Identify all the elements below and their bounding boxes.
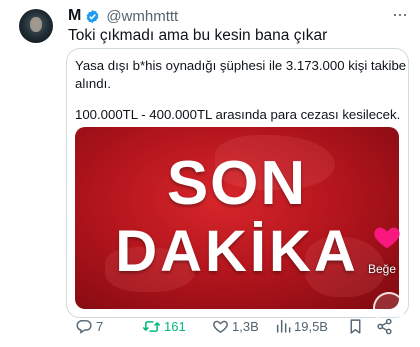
share-icon (376, 318, 393, 335)
image-text-dakika: DAKİKA (115, 219, 359, 284)
more-dots-icon[interactable]: ··· (392, 4, 408, 25)
quote-text-line-2: alındı. (75, 76, 111, 91)
breaking-news-image[interactable]: SON DAKİKA (75, 127, 399, 309)
avatar[interactable] (19, 9, 53, 43)
verified-badge-icon (85, 9, 100, 24)
quote-text-line-3: 100.000TL - 400.000TL arasında para ceza… (75, 107, 401, 122)
views-icon (275, 318, 291, 334)
views-button[interactable]: 19,5B (275, 318, 328, 334)
avatar-face (30, 17, 42, 32)
tweet-text: Toki çıkmadı ama bu kesin bana çıkar (68, 27, 328, 44)
view-count: 19,5B (294, 318, 328, 334)
reply-icon (76, 318, 93, 335)
tweet-header: M @wmhmttt (68, 7, 178, 25)
bookmark-icon (348, 318, 363, 335)
author-name[interactable]: M (68, 7, 81, 25)
action-bar: 7 161 1,3B 19,5B (0, 318, 420, 340)
retweet-button[interactable]: 161 (142, 318, 186, 335)
bookmark-button[interactable] (348, 318, 363, 335)
author-handle[interactable]: @wmhmttt (106, 8, 178, 25)
overlay-heart-icon[interactable] (372, 222, 402, 252)
reply-button[interactable]: 7 (76, 318, 103, 335)
like-count: 1,3B (232, 319, 259, 334)
heart-icon (212, 318, 229, 335)
quote-text-line-1: Yasa dışı b*his oynadığı şüphesi ile 3.1… (75, 58, 407, 73)
retweet-count: 161 (164, 319, 186, 334)
quoted-post-card[interactable]: Yasa dışı b*his oynadığı şüphesi ile 3.1… (66, 48, 409, 318)
image-text-son: SON (166, 149, 308, 218)
overlay-like-label: Beğe (368, 262, 397, 276)
like-button[interactable]: 1,3B (212, 318, 259, 335)
share-button[interactable] (376, 318, 393, 335)
retweet-icon (142, 318, 161, 335)
reply-count: 7 (96, 319, 104, 334)
